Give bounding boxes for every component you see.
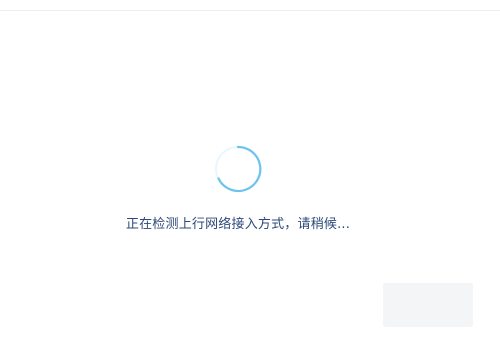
loading-status-text: 正在检测上行网络接入方式，请稍候... [125,217,351,232]
faded-action-button[interactable] [383,283,473,327]
top-divider [0,10,500,11]
page: 正在检测上行网络接入方式，请稍候... [0,0,500,338]
loading-spinner-icon [214,145,262,193]
